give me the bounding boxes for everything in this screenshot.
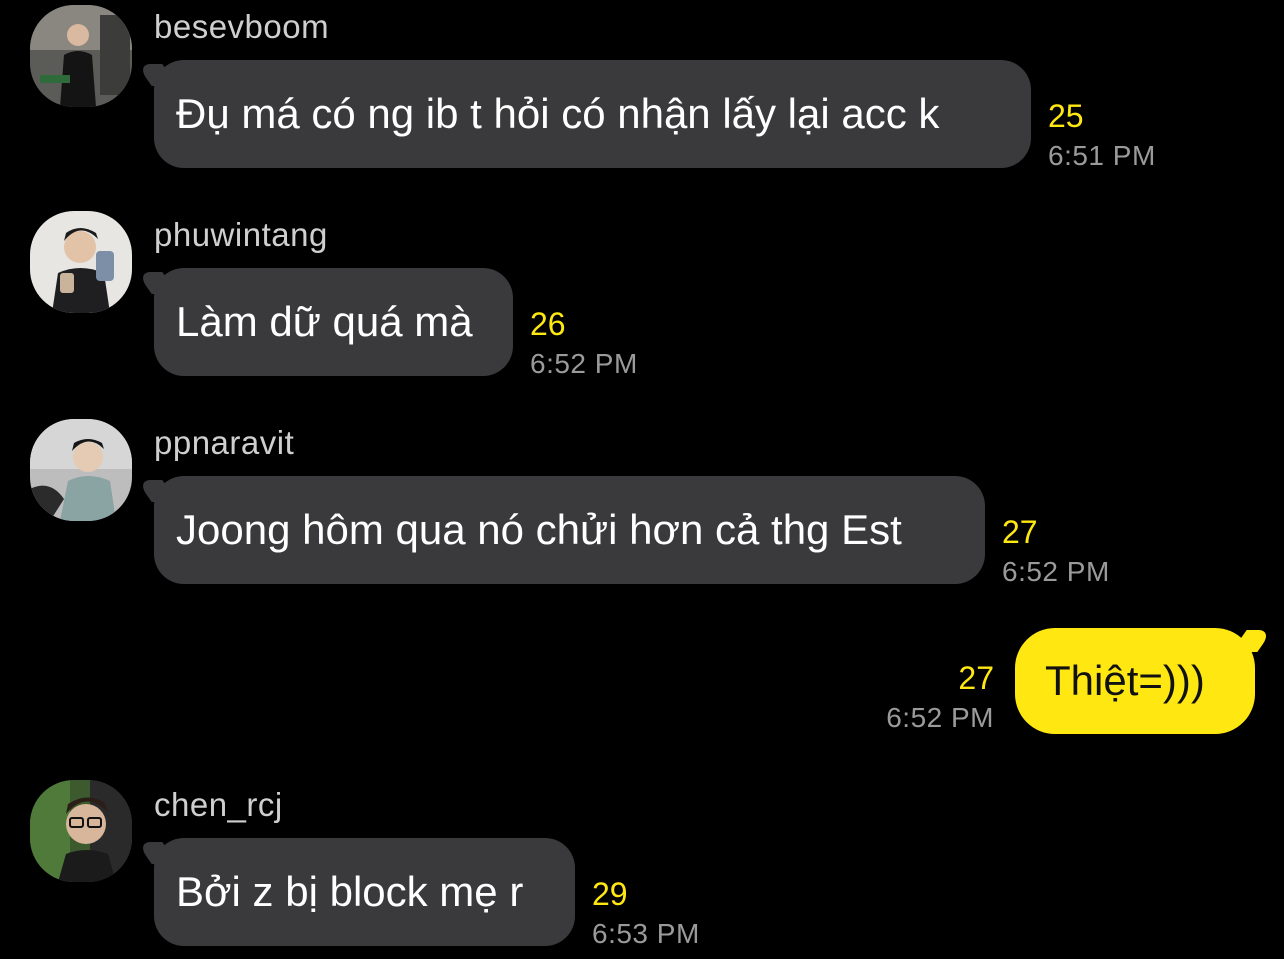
sender-name: phuwintang — [154, 216, 328, 253]
message-meta: 27 6:52 PM — [1002, 512, 1110, 592]
message-bubble[interactable]: Đụ má có ng ib t hỏi có nhận lấy lại acc… — [154, 60, 1031, 168]
avatar[interactable] — [30, 780, 132, 882]
unread-count: 27 — [958, 660, 994, 696]
message-meta: 25 6:51 PM — [1048, 96, 1156, 176]
message-meta: 29 6:53 PM — [592, 874, 700, 954]
timestamp: 6:51 PM — [1048, 140, 1156, 171]
message-meta: 26 6:52 PM — [530, 304, 638, 384]
avatar[interactable] — [30, 5, 132, 107]
message-bubble-outgoing[interactable]: Thiệt=))) — [1015, 628, 1255, 734]
timestamp: 6:52 PM — [1002, 556, 1110, 587]
sender-name: besevboom — [154, 8, 330, 45]
unread-count: 26 — [530, 306, 566, 342]
sender-name: ppnaravit — [154, 424, 295, 461]
message-meta: 27 6:52 PM — [886, 658, 994, 738]
avatar[interactable] — [30, 211, 132, 313]
unread-count: 29 — [592, 876, 628, 912]
timestamp: 6:53 PM — [592, 918, 700, 949]
unread-count: 25 — [1048, 98, 1084, 134]
timestamp: 6:52 PM — [886, 702, 994, 733]
sender-name: chen_rcj — [154, 786, 283, 823]
timestamp: 6:52 PM — [530, 348, 638, 379]
unread-count: 27 — [1002, 514, 1038, 550]
message-bubble[interactable]: Bởi z bị block mẹ r — [154, 838, 575, 946]
avatar[interactable] — [30, 419, 132, 521]
message-bubble[interactable]: Joong hôm qua nó chửi hơn cả thg Est — [154, 476, 985, 584]
message-bubble[interactable]: Làm dữ quá mà — [154, 268, 513, 376]
